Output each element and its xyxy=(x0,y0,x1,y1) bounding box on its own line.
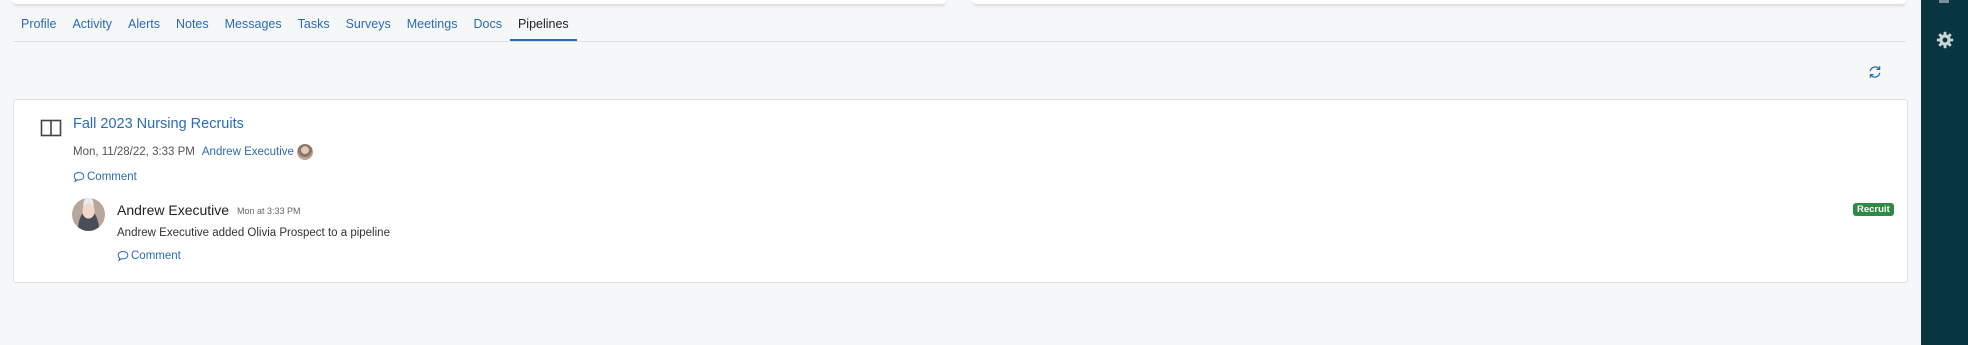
activity-time: Mon at 3:33 PM xyxy=(237,206,301,216)
pipeline-meta: Mon, 11/28/22, 3:33 PM Andrew Executive xyxy=(73,144,313,160)
tab-messages[interactable]: Messages xyxy=(217,14,290,40)
tab-activity[interactable]: Activity xyxy=(64,14,120,40)
comment-label: Comment xyxy=(87,171,137,183)
tab-meetings[interactable]: Meetings xyxy=(399,14,466,40)
user-avatar-small[interactable] xyxy=(296,144,313,160)
top-card-left xyxy=(13,0,946,4)
pipeline-comment-link[interactable]: Comment xyxy=(73,171,137,183)
sidebar-top-item[interactable] xyxy=(1939,0,1949,3)
pipeline-card: Fall 2023 Nursing Recruits Mon, 11/28/22… xyxy=(13,99,1908,283)
tab-pipelines[interactable]: Pipelines xyxy=(509,14,577,41)
tab-surveys[interactable]: Surveys xyxy=(338,14,399,40)
tab-bar: Profile Activity Alerts Notes Messages T… xyxy=(13,14,1906,42)
tab-notes[interactable]: Notes xyxy=(168,14,217,40)
activity-author: Andrew Executive xyxy=(117,202,230,218)
pipeline-timestamp: Mon, 11/28/22, 3:33 PM xyxy=(73,146,195,158)
speech-bubble-icon xyxy=(117,250,129,262)
board-columns-icon xyxy=(40,118,62,138)
comment-label: Comment xyxy=(131,250,181,262)
pipeline-user-link[interactable]: Andrew Executive xyxy=(202,146,294,158)
tab-tasks[interactable]: Tasks xyxy=(290,14,338,40)
avatar[interactable] xyxy=(72,198,105,231)
pipeline-title-link[interactable]: Fall 2023 Nursing Recruits xyxy=(73,116,244,132)
activity-text: Andrew Executive added Olivia Prospect t… xyxy=(117,227,390,239)
status-badge: Recruit xyxy=(1853,203,1894,216)
speech-bubble-icon xyxy=(73,171,85,183)
tab-docs[interactable]: Docs xyxy=(465,14,509,40)
refresh-icon[interactable] xyxy=(1867,64,1883,80)
gear-icon[interactable] xyxy=(1936,31,1954,49)
right-sidebar xyxy=(1921,0,1968,345)
tab-profile[interactable]: Profile xyxy=(13,14,64,40)
activity-comment-link[interactable]: Comment xyxy=(117,250,181,262)
tab-alerts[interactable]: Alerts xyxy=(120,14,168,40)
top-card-right xyxy=(973,0,1906,4)
